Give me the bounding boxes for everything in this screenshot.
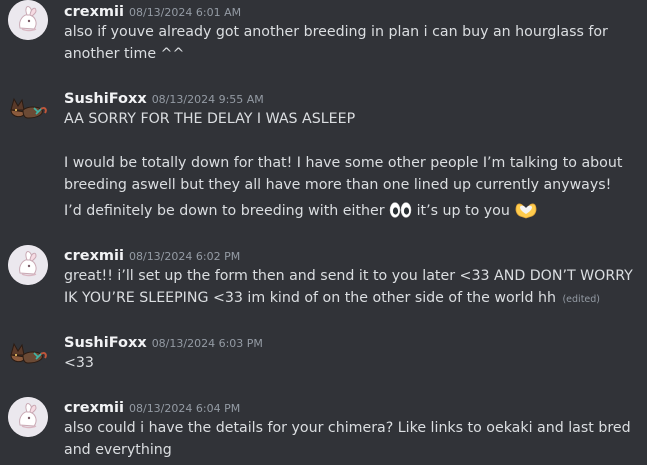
message-header: SushiFoxx 08/13/2024 6:03 PM: [64, 332, 263, 352]
message-text: AA SORRY FOR THE DELAY I WAS ASLEEP: [64, 111, 356, 127]
timestamp[interactable]: 08/13/2024 9:55 AM: [152, 93, 264, 106]
message-header: crexmii 08/13/2024 6:04 PM: [64, 397, 240, 417]
heart-hands-emoji-icon[interactable]: [514, 201, 538, 226]
message-text-block: great!! i’ll set up the form then and se…: [64, 265, 639, 311]
bunny-avatar-icon: [8, 397, 48, 437]
message-text: also could i have the details for your c…: [64, 420, 631, 458]
avatar[interactable]: [8, 333, 48, 373]
bunny-avatar-icon: [8, 0, 48, 40]
message-header: crexmii 08/13/2024 6:01 AM: [64, 1, 241, 21]
avatar[interactable]: [8, 88, 48, 128]
fox-avatar-icon: [10, 97, 47, 119]
username[interactable]: SushiFoxx: [64, 91, 147, 107]
message-text: <33: [64, 355, 94, 371]
message-text: also if youve already got another breedi…: [64, 24, 608, 62]
username[interactable]: crexmii: [64, 4, 124, 20]
bunny-avatar-icon: [8, 245, 48, 285]
chat-message-list: crexmii 08/13/2024 6:01 AM also if youve …: [0, 0, 647, 465]
avatar[interactable]: [8, 245, 48, 285]
avatar[interactable]: [8, 397, 48, 437]
timestamp[interactable]: 08/13/2024 6:01 AM: [129, 6, 241, 19]
message-header: crexmii 08/13/2024 6:02 PM: [64, 245, 240, 265]
username[interactable]: SushiFoxx: [64, 335, 147, 351]
message-text: great!! i’ll set up the form then and se…: [64, 268, 633, 306]
message-text: it’s up to you: [416, 203, 510, 219]
message-text: I would be totally down for that! I have…: [64, 155, 623, 193]
timestamp[interactable]: 08/13/2024 6:04 PM: [129, 402, 240, 415]
message-text-with-emoji: I’d definitely be down to breeding with …: [64, 200, 639, 226]
username[interactable]: crexmii: [64, 248, 124, 264]
avatar[interactable]: [8, 0, 48, 40]
message-header: SushiFoxx 08/13/2024 9:55 AM: [64, 88, 264, 108]
fox-avatar-icon: [10, 342, 47, 364]
message-text: I’d definitely be down to breeding with …: [64, 203, 385, 219]
timestamp[interactable]: 08/13/2024 6:03 PM: [152, 337, 263, 350]
edited-label[interactable]: (edited): [562, 294, 600, 305]
timestamp[interactable]: 08/13/2024 6:02 PM: [129, 250, 240, 263]
eyes-emoji-icon[interactable]: [389, 201, 412, 226]
username[interactable]: crexmii: [64, 400, 124, 416]
